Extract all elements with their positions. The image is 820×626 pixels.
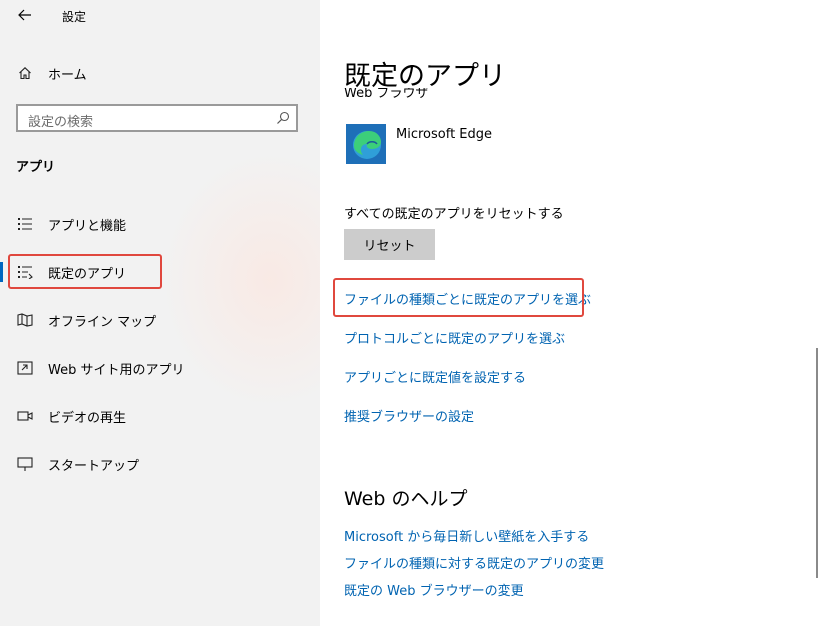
startup-icon — [16, 455, 34, 473]
sidebar-item-apps-features[interactable]: アプリと機能 — [0, 209, 320, 239]
link-choose-by-protocol[interactable]: プロトコルごとに既定のアプリを選ぶ — [344, 328, 565, 347]
apps-features-icon — [16, 215, 34, 233]
sidebar-item-label: ビデオの再生 — [48, 410, 127, 426]
scrollbar[interactable] — [816, 348, 818, 578]
sidebar: 設定 ホーム 設定の検索 アプリ アプリと機能 既定のアプリ オフライン マップ… — [0, 0, 320, 626]
sidebar-item-startup[interactable]: スタートアップ — [0, 449, 320, 479]
sidebar-item-label: Web サイト用のアプリ — [48, 362, 185, 378]
video-playback-icon — [16, 407, 34, 425]
offline-maps-icon — [16, 311, 34, 329]
sidebar-item-label: スタートアップ — [48, 458, 140, 474]
back-button[interactable] — [14, 4, 36, 26]
highlight-box-file-type-link — [333, 278, 584, 317]
search-icon — [277, 111, 290, 124]
search-input[interactable]: 設定の検索 — [16, 104, 298, 132]
search-placeholder: 設定の検索 — [28, 115, 94, 130]
sidebar-item-video-playback[interactable]: ビデオの再生 — [0, 401, 320, 431]
web-browser-label: Web ブラウザ — [344, 88, 429, 101]
sidebar-item-label: アプリと機能 — [48, 218, 127, 234]
apps-for-websites-icon — [16, 359, 34, 377]
help-link-change-default-browser[interactable]: 既定の Web ブラウザーの変更 — [344, 580, 524, 599]
back-arrow-icon — [18, 9, 31, 21]
app-title: 設定 — [62, 10, 87, 24]
main-content: 既定のアプリ Web ブラウザ Microsoft Edge すべての既定のアプ… — [320, 0, 820, 626]
reset-button[interactable]: リセット — [344, 229, 435, 260]
sidebar-item-label: オフライン マップ — [48, 314, 157, 330]
reset-label: すべての既定のアプリをリセットする — [344, 207, 564, 222]
link-recommended-browser-settings[interactable]: 推奨ブラウザーの設定 — [344, 406, 474, 425]
help-section-title: Web のヘルプ — [344, 488, 468, 510]
sidebar-item-offline-maps[interactable]: オフライン マップ — [0, 305, 320, 335]
sidebar-item-home[interactable]: ホーム — [0, 58, 320, 88]
browser-name: Microsoft Edge — [396, 127, 493, 142]
sidebar-item-apps-for-websites[interactable]: Web サイト用のアプリ — [0, 353, 320, 383]
edge-icon — [346, 124, 386, 164]
highlight-box-default-apps — [8, 254, 162, 289]
home-icon — [16, 64, 34, 82]
help-link-change-default-by-file-type[interactable]: ファイルの種類に対する既定のアプリの変更 — [344, 553, 604, 572]
help-link-daily-wallpaper[interactable]: Microsoft から毎日新しい壁紙を入手する — [344, 526, 589, 545]
section-title: アプリ — [16, 160, 56, 175]
link-set-defaults-by-app[interactable]: アプリごとに既定値を設定する — [344, 367, 526, 386]
sidebar-item-label: ホーム — [48, 67, 87, 83]
